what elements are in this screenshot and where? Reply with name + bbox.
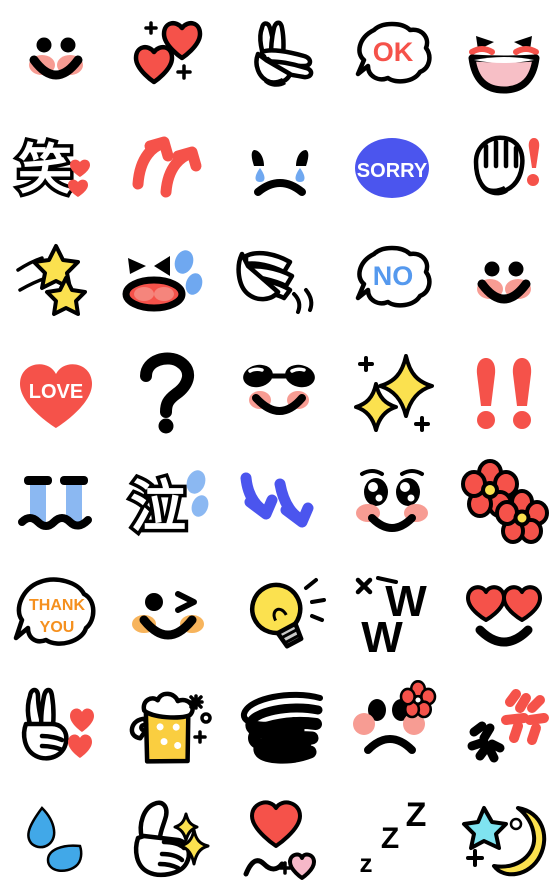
ok-speech-bubble-icon: OK xyxy=(355,21,432,84)
love-label: LOVE xyxy=(29,381,83,403)
thank-you-line2: YOU xyxy=(40,619,75,636)
sticker-cell-red-black-confetti[interactable] xyxy=(448,672,560,784)
sticker-cell-shooting-stars[interactable] xyxy=(0,224,112,336)
sunglasses-face-icon xyxy=(243,364,315,415)
heart-balloon-string-icon xyxy=(243,800,316,880)
sticker-cell-www-laugh-text[interactable]: W W xyxy=(336,560,448,672)
www-laugh-text-icon: W W xyxy=(355,576,427,662)
teary-happy-face-icon xyxy=(356,469,428,532)
bawling-face-icon xyxy=(18,476,92,530)
ok-label: OK xyxy=(373,37,414,67)
smiley-blush-face-icon xyxy=(29,37,83,80)
sticker-cell-bawling-face[interactable] xyxy=(0,448,112,560)
sticker-cell-sorry-badge[interactable]: SORRY xyxy=(336,112,448,224)
sticker-cell-kanji-naku[interactable]: 泣 xyxy=(112,448,224,560)
kanji-warau-label: 笑 xyxy=(18,140,72,200)
sticker-cell-blue-down-arrows[interactable] xyxy=(224,448,336,560)
sleeping-zzz-icon: Z Z z xyxy=(360,796,427,878)
laughing-open-mouth-face-icon xyxy=(468,36,540,94)
z-glyph-large: Z xyxy=(406,796,427,834)
red-black-confetti-icon xyxy=(467,689,549,763)
scribble-swirl-icon xyxy=(241,691,323,764)
sticker-cell-heart-eyes-face[interactable] xyxy=(448,560,560,672)
w-glyph-2: W xyxy=(361,613,403,662)
red-double-arrow-up-icon xyxy=(132,136,202,198)
sticker-cell-scribble-swirl[interactable] xyxy=(224,672,336,784)
sticker-cell-heart-balloon-string[interactable] xyxy=(224,784,336,896)
sorry-label: SORRY xyxy=(357,160,428,182)
sticker-cell-beer-mug[interactable] xyxy=(112,672,224,784)
sticker-cell-sad-face-flower[interactable] xyxy=(336,672,448,784)
thumbs-up-icon xyxy=(133,800,210,877)
sticker-cell-blue-sweat-drops[interactable] xyxy=(0,784,112,896)
sticker-cell-sunglasses-face[interactable] xyxy=(224,336,336,448)
love-heart-icon: LOVE xyxy=(20,364,92,428)
sticker-cell-ok-speech-bubble[interactable]: OK xyxy=(336,0,448,112)
waving-hand-icon xyxy=(236,250,314,314)
double-exclamation-icon xyxy=(476,358,532,429)
blue-sweat-drops-icon xyxy=(27,806,83,873)
sticker-cell-thumbs-up[interactable] xyxy=(112,784,224,896)
sticker-cell-kanji-warau[interactable]: 笑 xyxy=(0,112,112,224)
sorry-badge-icon: SORRY xyxy=(355,138,429,198)
kanji-warau-icon: 笑 xyxy=(15,137,90,204)
sticker-cell-laughing-open-mouth-face[interactable] xyxy=(448,0,560,112)
sticker-cell-fist-exclamation[interactable] xyxy=(448,112,560,224)
beer-mug-icon xyxy=(129,691,212,764)
thank-you-line1: THANK xyxy=(29,597,85,614)
thank-you-bubble-icon: THANK YOU xyxy=(13,577,96,646)
sad-face-flower-icon xyxy=(353,680,437,754)
question-mark-icon xyxy=(140,352,195,434)
sticker-cell-smiley-blush-face-2[interactable] xyxy=(448,224,560,336)
sticker-cell-waving-hand[interactable] xyxy=(224,224,336,336)
blue-down-arrows-icon xyxy=(240,472,314,528)
two-hearts-icon xyxy=(133,20,203,85)
z-glyph-mid: Z xyxy=(381,822,399,855)
kanji-naku-label: 泣 xyxy=(130,475,186,538)
crescent-moon-star-icon xyxy=(462,806,547,877)
sticker-cell-double-exclamation[interactable] xyxy=(448,336,560,448)
smiley-blush-face-2-icon xyxy=(477,261,531,304)
sticker-grid: OK 笑 SORRY NO LOVE 泣 THANK YOU W W Z Z z xyxy=(0,0,560,896)
sticker-cell-peace-hand[interactable] xyxy=(224,0,336,112)
crying-sad-face-icon xyxy=(251,150,309,196)
heart-eyes-face-icon xyxy=(466,585,542,647)
sticker-cell-peace-hand-hearts[interactable] xyxy=(0,672,112,784)
peace-hand-hearts-icon xyxy=(21,687,94,761)
sticker-cell-red-flowers[interactable] xyxy=(448,448,560,560)
peace-hand-icon xyxy=(254,20,314,87)
z-glyph-small: z xyxy=(360,848,373,878)
sticker-cell-sparkles[interactable] xyxy=(336,336,448,448)
sparkles-icon xyxy=(354,354,434,432)
sticker-cell-red-double-arrow-up[interactable] xyxy=(112,112,224,224)
frustrated-face-sweat-icon xyxy=(122,250,203,312)
sticker-cell-no-speech-bubble[interactable]: NO xyxy=(336,224,448,336)
sticker-cell-smiley-blush-face[interactable] xyxy=(0,0,112,112)
no-label: NO xyxy=(373,261,414,291)
red-flowers-icon xyxy=(461,459,549,544)
fist-exclamation-icon xyxy=(473,135,540,196)
sticker-cell-sleeping-zzz[interactable]: Z Z z xyxy=(336,784,448,896)
kanji-naku-icon: 泣 xyxy=(127,470,209,542)
sticker-cell-winking-face[interactable] xyxy=(112,560,224,672)
sticker-cell-thank-you-bubble[interactable]: THANK YOU xyxy=(0,560,112,672)
sticker-cell-crescent-moon-star[interactable] xyxy=(448,784,560,896)
winking-face-icon xyxy=(132,591,204,640)
sticker-cell-love-heart[interactable]: LOVE xyxy=(0,336,112,448)
sticker-cell-light-bulb[interactable] xyxy=(224,560,336,672)
sticker-cell-teary-happy-face[interactable] xyxy=(336,448,448,560)
light-bulb-icon xyxy=(249,578,326,649)
shooting-stars-icon xyxy=(16,244,87,316)
sticker-cell-two-hearts[interactable] xyxy=(112,0,224,112)
sticker-cell-crying-sad-face[interactable] xyxy=(224,112,336,224)
sticker-cell-question-mark[interactable] xyxy=(112,336,224,448)
no-speech-bubble-icon: NO xyxy=(355,245,432,308)
sticker-cell-frustrated-face-sweat[interactable] xyxy=(112,224,224,336)
